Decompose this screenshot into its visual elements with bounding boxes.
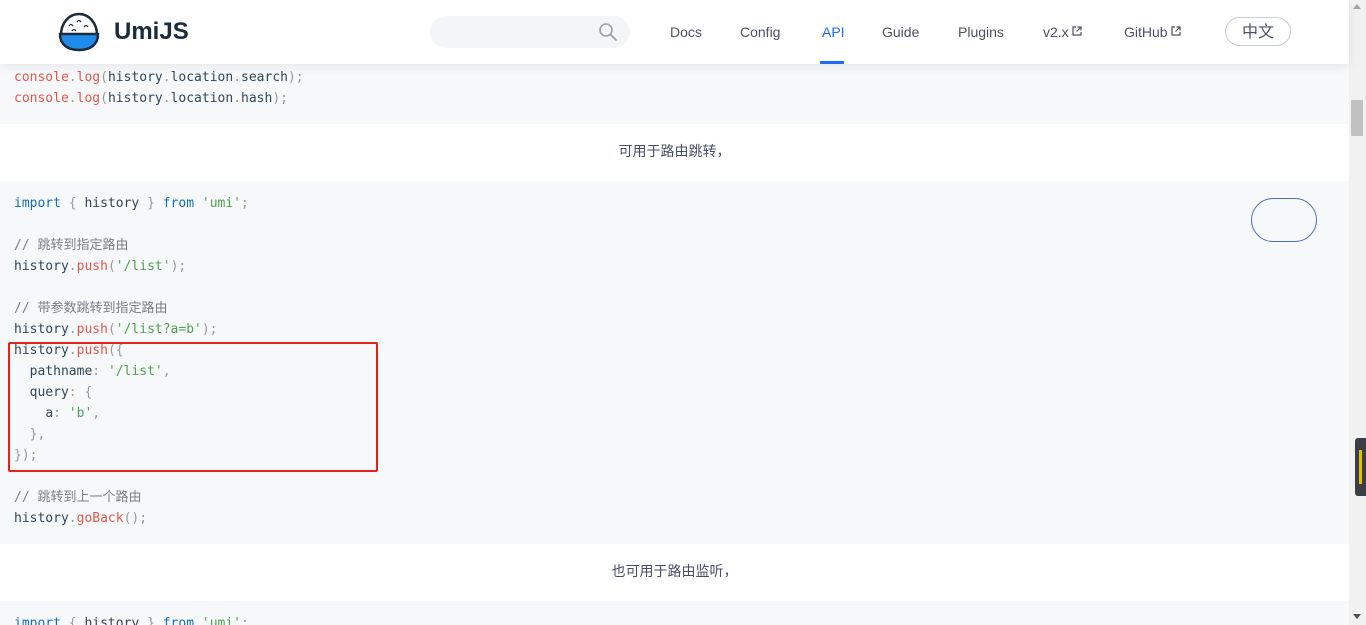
code-line: import { history } from 'umi'; xyxy=(14,616,249,625)
section-text-listen: 也可用于路由监听， xyxy=(611,564,738,580)
section-text: 可用于路由跳转， xyxy=(0,124,1349,181)
external-link-icon xyxy=(1072,26,1082,36)
top-navbar: UmiJS Docs Config API Guide Plugins v2.x… xyxy=(0,0,1349,64)
scroll-up-arrow-icon[interactable] xyxy=(1353,4,1361,9)
scrollbar-thumb[interactable] xyxy=(1351,100,1363,136)
code-line: import { history } from 'umi'; xyxy=(14,196,249,211)
language-switch-button[interactable]: 中文 xyxy=(1225,17,1291,46)
umi-logo-icon[interactable] xyxy=(57,11,101,53)
copy-code-button[interactable] xyxy=(1251,198,1317,242)
code-line: history.goBack(); xyxy=(14,511,148,526)
search-box[interactable] xyxy=(430,16,630,48)
code-line: console.log(history.location.hash); xyxy=(14,91,288,106)
nav-v2x-label: v2.x xyxy=(1043,24,1069,40)
nav-api[interactable]: API xyxy=(822,0,845,64)
page-scrollbar[interactable] xyxy=(1349,0,1366,625)
annotation-highlight-box xyxy=(8,342,378,472)
main-content: console.log(history.location.search); co… xyxy=(0,0,1349,625)
scroll-down-arrow-icon[interactable] xyxy=(1353,614,1361,619)
code-line: console.log(history.location.search); xyxy=(14,70,304,85)
code-line: history.push('/list'); xyxy=(14,259,187,274)
code-line: // 带参数跳转到指定路由 xyxy=(14,301,168,316)
brand-name[interactable]: UmiJS xyxy=(114,18,189,46)
code-block-listen: import { history } from 'umi'; xyxy=(0,601,1349,625)
nav-docs[interactable]: Docs xyxy=(670,0,702,64)
section-text-routing: 可用于路由跳转， xyxy=(618,144,731,160)
side-widget-tab[interactable] xyxy=(1355,438,1366,496)
code-line: // 跳转到指定路由 xyxy=(14,238,129,253)
external-link-icon xyxy=(1170,26,1181,36)
nav-plugins[interactable]: Plugins xyxy=(958,0,1004,64)
code-line: history.push('/list?a=b'); xyxy=(14,322,218,337)
nav-github[interactable]: GitHub xyxy=(1124,0,1181,64)
nav-github-label: GitHub xyxy=(1124,24,1168,40)
nav-config[interactable]: Config xyxy=(740,0,780,64)
section-text: 也可用于路由监听， xyxy=(0,544,1349,601)
nav-active-indicator xyxy=(820,61,844,64)
code-line: // 跳转到上一个路由 xyxy=(14,490,142,505)
nav-v2x[interactable]: v2.x xyxy=(1043,0,1082,64)
nav-guide[interactable]: Guide xyxy=(882,0,919,64)
search-icon[interactable] xyxy=(598,22,618,42)
